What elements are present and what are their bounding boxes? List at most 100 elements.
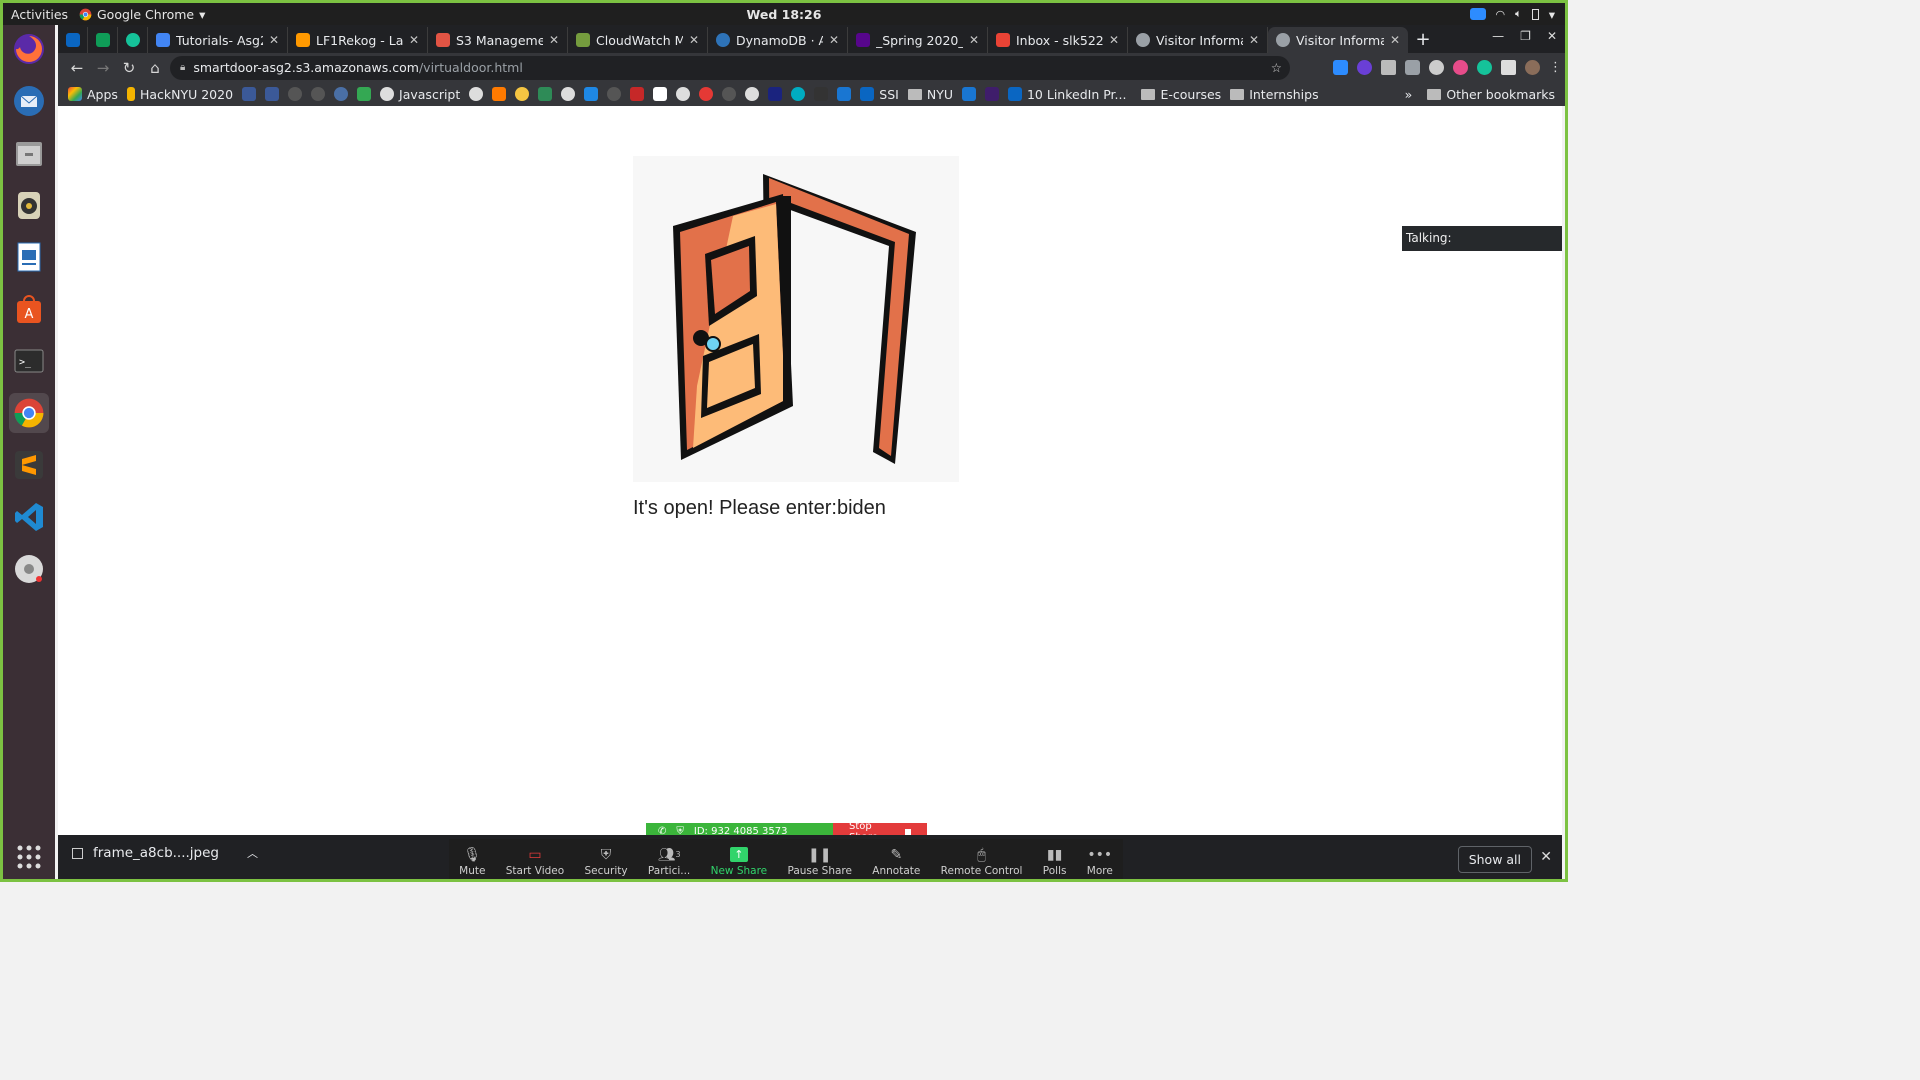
lock-icon[interactable]: 🔒︎ — [180, 62, 185, 73]
bookmark-favicon-12[interactable] — [699, 87, 714, 101]
bookmark-javascript[interactable]: Javascript — [380, 87, 460, 102]
tab-spring-2020[interactable]: _Spring 2020_C✕ — [848, 27, 988, 53]
extension-purple-icon[interactable] — [1357, 60, 1372, 75]
bookmark-favicon-13[interactable] — [768, 87, 783, 101]
sublime-text-icon[interactable] — [9, 445, 49, 485]
bookmark-favicon-3[interactable] — [334, 87, 349, 101]
firefox-icon[interactable] — [9, 29, 49, 69]
bookmark-favicon-2[interactable] — [265, 87, 280, 101]
close-icon[interactable]: ✕ — [1109, 33, 1119, 47]
terminal-icon[interactable]: >_ — [9, 341, 49, 381]
mute-button[interactable]: 🎙︎ Mute — [459, 847, 485, 878]
back-icon[interactable]: ← — [64, 59, 90, 77]
tab-lambda[interactable]: LF1Rekog - Lam✕ — [288, 27, 428, 53]
github-icon[interactable] — [311, 87, 326, 101]
globe-icon[interactable] — [745, 87, 760, 101]
new-tab-button[interactable]: + — [1408, 27, 1438, 53]
address-bar[interactable]: 🔒︎ smartdoor-asg2.s3.amazonaws.com/virtu… — [170, 55, 1290, 80]
close-window-icon[interactable]: ✕ — [1547, 29, 1557, 43]
thunderbird-icon[interactable] — [9, 81, 49, 121]
tab-s3[interactable]: S3 Management✕ — [428, 27, 568, 53]
app-menu[interactable]: Google Chrome ▾ — [79, 7, 205, 22]
bookmark-ssi[interactable]: SSI — [860, 87, 899, 102]
bookmark-apps[interactable]: Apps — [68, 87, 118, 102]
more-bookmarks-button[interactable]: » — [1405, 87, 1413, 102]
globe-icon[interactable] — [561, 87, 576, 101]
participants-button[interactable]: 👥︎ 3 Partici... — [648, 847, 690, 878]
bookmark-favicon-17[interactable] — [961, 87, 976, 101]
tab-visitor-info[interactable]: Visitor Informa ✕ — [1128, 27, 1268, 53]
show-all-downloads-button[interactable]: Show all — [1457, 846, 1532, 873]
rhythmbox-icon[interactable] — [9, 185, 49, 225]
globe-icon[interactable] — [676, 87, 691, 101]
close-icon[interactable]: ✕ — [689, 33, 699, 47]
wifi-icon[interactable]: ◠ — [1496, 8, 1506, 21]
software-center-icon[interactable]: A — [9, 289, 49, 329]
maximize-icon[interactable]: ❐ — [1520, 29, 1531, 43]
bookmark-folder-ecourses[interactable]: E-courses — [1141, 87, 1221, 102]
tab-sheets[interactable] — [88, 27, 118, 53]
bookmark-favicon-10[interactable] — [630, 87, 645, 101]
close-icon[interactable]: ✕ — [269, 33, 279, 47]
tab-linkedin[interactable] — [58, 27, 88, 53]
bookmark-favicon-9[interactable] — [607, 87, 622, 101]
volume-icon[interactable]: 🔈︎ — [1515, 7, 1522, 21]
bookmark-linkedin[interactable]: 10 LinkedIn Pr... — [1007, 87, 1126, 102]
annotate-button[interactable]: ✎ Annotate — [872, 847, 920, 878]
bookmark-favicon-15[interactable] — [814, 87, 829, 101]
download-item[interactable]: frame_a8cb....jpeg ︿ — [72, 845, 258, 861]
bookmark-favicon-16[interactable] — [837, 87, 852, 101]
profile-avatar[interactable] — [1525, 60, 1540, 75]
bookmark-favicon-11[interactable] — [653, 87, 668, 101]
pause-share-button[interactable]: ❚❚ Pause Share — [787, 847, 852, 878]
tab-dynamodb[interactable]: DynamoDB · AV✕ — [708, 27, 848, 53]
close-icon[interactable]: ✕ — [409, 33, 419, 47]
new-share-button[interactable]: ↑ New Share — [711, 847, 767, 877]
more-button[interactable]: ••• More — [1087, 847, 1113, 878]
system-tray[interactable]: ◠ 🔈︎ ▾ — [1469, 7, 1555, 22]
bookmark-favicon-18[interactable] — [984, 87, 999, 101]
extension-square-icon[interactable] — [1381, 60, 1396, 75]
chrome-menu-icon[interactable]: ⋮ — [1549, 60, 1562, 75]
bookmark-favicon-14[interactable] — [791, 87, 806, 101]
clock[interactable]: Wed 18:26 — [747, 7, 822, 22]
close-downloads-icon[interactable]: ✕ — [1540, 849, 1552, 865]
bookmark-folder-internships[interactable]: Internships — [1230, 87, 1319, 102]
github-icon[interactable] — [722, 87, 737, 101]
github-icon[interactable] — [288, 87, 303, 101]
tab-cloudwatch[interactable]: CloudWatch Ma✕ — [568, 27, 708, 53]
screenshot-icon[interactable] — [1405, 60, 1420, 75]
files-icon[interactable] — [9, 133, 49, 173]
close-icon[interactable]: ✕ — [829, 33, 839, 47]
bookmark-favicon-8[interactable] — [584, 87, 599, 101]
tab-visitor-info-active[interactable]: Visitor Informa ✕ — [1268, 27, 1408, 53]
close-icon[interactable]: ✕ — [969, 33, 979, 47]
grammarly-extension-icon[interactable] — [1477, 60, 1492, 75]
tab-tutorials[interactable]: Tutorials- Asg2 ✕ — [148, 27, 288, 53]
globe-icon[interactable] — [469, 87, 484, 101]
chrome-dock-icon[interactable] — [9, 393, 49, 433]
remote-control-button[interactable]: 🖱︎ Remote Control — [941, 847, 1023, 878]
bookmark-favicon-7[interactable] — [538, 87, 553, 101]
tab-grammarly[interactable] — [118, 27, 148, 53]
extension-multicolor-icon[interactable] — [1453, 60, 1468, 75]
libreoffice-writer-icon[interactable] — [9, 237, 49, 277]
vscode-icon[interactable] — [9, 497, 49, 537]
polls-button[interactable]: ▮▮ Polls — [1043, 847, 1067, 878]
start-video-button[interactable]: ▭ Start Video — [506, 847, 564, 878]
battery-icon[interactable] — [1531, 8, 1539, 20]
minimize-icon[interactable]: — — [1492, 29, 1504, 43]
other-bookmarks[interactable]: Other bookmarks — [1446, 87, 1555, 102]
bookmark-favicon-4[interactable] — [357, 87, 372, 101]
bookmark-favicon-5[interactable] — [492, 87, 507, 101]
show-applications-icon[interactable] — [9, 837, 49, 877]
close-icon[interactable]: ✕ — [1249, 33, 1259, 47]
disk-icon[interactable] — [9, 549, 49, 589]
security-button[interactable]: ⛨ Security — [584, 847, 627, 878]
reload-icon[interactable]: ↻ — [116, 59, 142, 77]
tab-gmail[interactable]: Inbox - slk522@✕ — [988, 27, 1128, 53]
zoom-extension-icon[interactable] — [1333, 60, 1348, 75]
extensions-puzzle-icon[interactable] — [1501, 60, 1516, 75]
bookmark-hacknyu[interactable]: HackNYU 2020 — [126, 87, 233, 102]
extension-gear-icon[interactable] — [1429, 60, 1444, 75]
